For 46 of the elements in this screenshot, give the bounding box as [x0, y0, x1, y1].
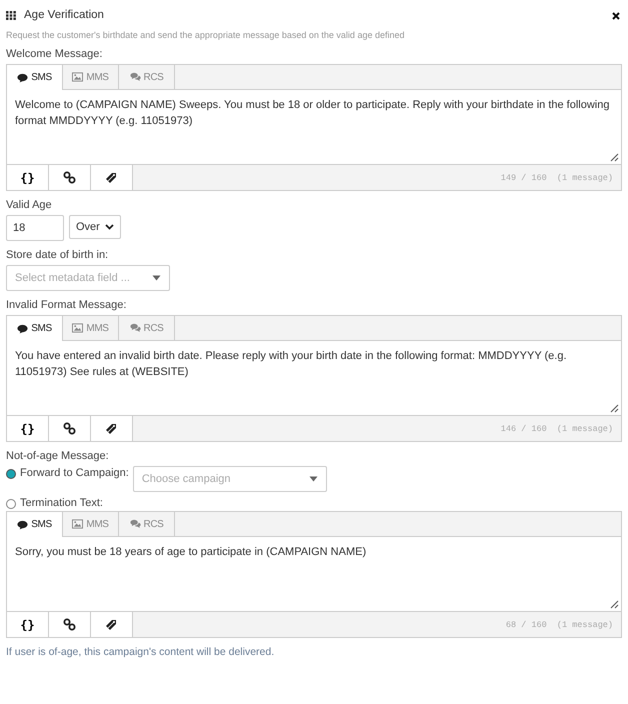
age-input[interactable]: 18: [6, 215, 64, 241]
field-label: Store date of birth in:: [6, 249, 110, 261]
resize-grip-icon: [610, 600, 619, 609]
speech-bubble-icon: [17, 520, 28, 530]
link-icon: [63, 618, 76, 631]
speech-bubble-icon: [17, 324, 28, 334]
info-text: If user is of-age, this campaign's content will be delivered.: [6, 646, 276, 658]
caret-down-icon: [152, 275, 161, 281]
resize-grip-icon: [610, 404, 619, 413]
tag-icon: [105, 618, 118, 631]
image-icon: [72, 519, 84, 529]
comparison-select[interactable]: Over: [69, 215, 121, 239]
close-icon: [612, 12, 620, 20]
field-label: Invalid Format Message:: [6, 299, 128, 311]
chevron-down-icon: [105, 224, 114, 230]
link-icon: [63, 422, 76, 435]
chat-bubbles-icon: [130, 323, 141, 333]
image-icon: [72, 72, 84, 82]
chat-bubbles-icon: [130, 72, 141, 82]
speech-bubble-icon: [17, 72, 28, 82]
character-counter: 68 / 160 (1 message): [133, 612, 621, 637]
message-textarea[interactable]: Welcome to (CAMPAIGN NAME) Sweeps. You must be 18 or older to participate. Reply with your birthdate in the following format MMDDYYYY (e.g. 11051973): [7, 90, 621, 164]
option-label: Termination Text:: [20, 497, 103, 509]
description-text: Request the customer's birthdate and send the appropriate message based on the valid age defined: [6, 30, 406, 40]
field-label: Not-of-age Message:: [6, 450, 110, 462]
image-icon: [72, 323, 84, 333]
channel-tab[interactable]: SMS: [7, 316, 63, 341]
window-title: Age Verification: [24, 9, 105, 21]
channel-tab[interactable]: SMS: [7, 512, 63, 537]
message-textarea[interactable]: Sorry, you must be 18 years of age to participate in (CAMPAIGN NAME): [7, 537, 621, 611]
radio-button[interactable]: [6, 499, 16, 509]
character-counter: 146 / 160 (1 message): [133, 416, 621, 441]
link-icon: [63, 171, 76, 184]
tag-icon: [105, 171, 118, 184]
resize-grip-icon: [610, 153, 619, 162]
field-label: Valid Age: [6, 199, 53, 211]
caret-down-icon: [308, 476, 318, 482]
character-counter: 149 / 160 (1 message): [133, 165, 621, 190]
chat-bubbles-icon: [130, 519, 141, 529]
channel-tab[interactable]: SMS: [7, 65, 63, 90]
radio-button[interactable]: [6, 469, 16, 479]
option-label: Forward to Campaign:: [20, 467, 129, 479]
field-label: Welcome Message:: [6, 48, 104, 60]
grid-icon: [6, 10, 16, 20]
tag-icon: [105, 422, 118, 435]
message-textarea[interactable]: You have entered an invalid birth date. Please reply with your birth date in the following format: MMDDYYYY (e.g. 11051973) See rules at (WEBSITE): [7, 341, 621, 415]
